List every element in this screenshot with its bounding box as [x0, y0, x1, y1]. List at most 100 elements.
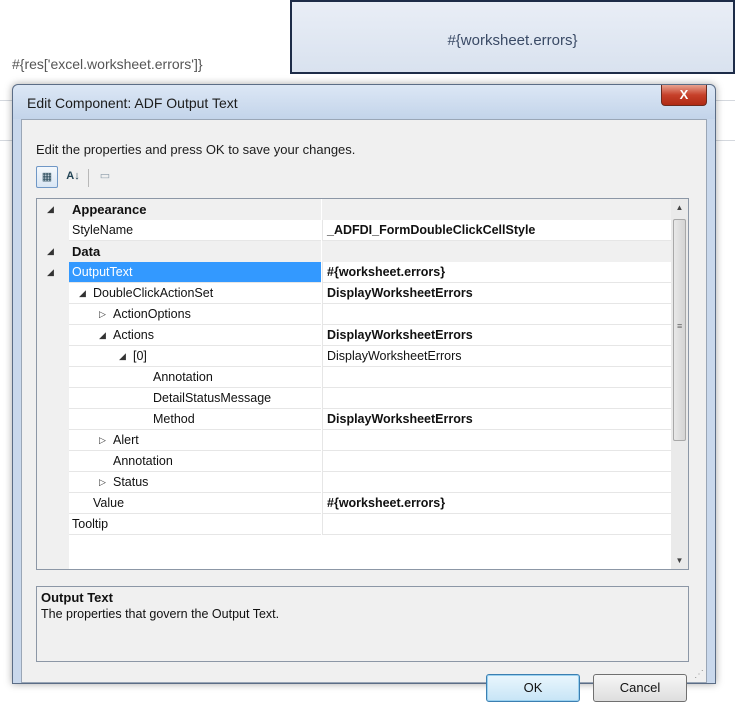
categorized-view-icon[interactable]: ▦: [36, 166, 58, 188]
property-row[interactable]: ◢ Actions DisplayWorksheetErrors: [37, 325, 673, 346]
property-name-label: StyleName: [72, 223, 134, 237]
property-name-label: Method: [153, 412, 195, 426]
property-name-cell[interactable]: Value: [69, 493, 321, 514]
property-value-cell[interactable]: [322, 241, 673, 262]
property-name-label: DetailStatusMessage: [153, 391, 272, 405]
scroll-grip-icon: ≡: [677, 321, 683, 331]
property-name-label: DoubleClickActionSet: [93, 286, 214, 300]
resize-grip-icon[interactable]: ⋰: [694, 669, 704, 680]
edit-component-dialog: Edit Component: ADF Output Text X Edit t…: [12, 84, 716, 702]
property-row[interactable]: ▷ ActionOptions: [37, 304, 673, 325]
property-name-label: Data: [72, 244, 101, 259]
property-pages-icon[interactable]: ▭: [94, 166, 116, 188]
property-name-label: Tooltip: [72, 517, 109, 531]
cancel-button[interactable]: Cancel: [593, 674, 687, 702]
property-row[interactable]: Value #{worksheet.errors}: [37, 493, 673, 514]
background-cell-left-text: #{res['excel.worksheet.errors']}: [12, 56, 203, 72]
property-name-label: Annotation: [113, 454, 173, 468]
property-name-label: ActionOptions: [113, 307, 191, 321]
property-name-cell[interactable]: ◢ DoubleClickActionSet: [69, 283, 321, 304]
property-value-cell[interactable]: [322, 367, 673, 388]
property-name-label: Annotation: [153, 370, 213, 384]
property-name-label: Actions: [113, 328, 154, 342]
property-name-label: Alert: [113, 433, 139, 447]
collapse-triangle-icon[interactable]: ◢: [47, 241, 54, 262]
collapse-triangle-icon[interactable]: ◢: [47, 262, 54, 283]
property-name-cell[interactable]: Data: [69, 241, 321, 262]
property-name-cell[interactable]: ◢ Actions: [69, 325, 321, 346]
property-value-cell[interactable]: [322, 472, 673, 493]
property-name-label: Status: [113, 475, 149, 489]
property-value-cell[interactable]: DisplayWorksheetErrors: [322, 409, 673, 430]
property-row[interactable]: ◢ DoubleClickActionSet DisplayWorksheetErr…: [37, 283, 673, 304]
property-row[interactable]: ▷ Status: [37, 472, 673, 493]
vertical-scrollbar[interactable]: ▲ ≡ ▼: [671, 199, 688, 569]
property-name-cell[interactable]: ▷ ActionOptions: [69, 304, 321, 325]
instructions-text: Edit the properties and press OK to save…: [36, 142, 356, 157]
property-name-cell[interactable]: ▷ Status: [69, 472, 321, 493]
description-body: The properties that govern the Output Te…: [41, 607, 280, 621]
property-name-label: Appearance: [72, 202, 147, 217]
expand-triangle-icon[interactable]: ▷: [99, 304, 106, 324]
property-value-cell[interactable]: #{worksheet.errors}: [322, 493, 673, 514]
property-description-panel: Output Text The properties that govern t…: [36, 586, 689, 662]
property-value-cell[interactable]: [322, 199, 673, 220]
property-value-cell[interactable]: DisplayWorksheetErrors: [322, 283, 673, 304]
property-value-cell[interactable]: [322, 514, 673, 535]
dialog-titlebar[interactable]: Edit Component: ADF Output Text X: [13, 85, 715, 119]
property-row[interactable]: Method DisplayWorksheetErrors: [37, 409, 673, 430]
scroll-thumb[interactable]: ≡: [673, 219, 686, 441]
property-category-row[interactable]: ◢ Data: [37, 241, 673, 262]
property-row[interactable]: ▷ Alert: [37, 430, 673, 451]
property-name-cell[interactable]: Annotation: [69, 451, 321, 472]
property-name-label: Value: [93, 496, 125, 510]
expand-triangle-icon[interactable]: ▷: [99, 472, 106, 492]
property-name-cell[interactable]: OutputText: [69, 262, 321, 283]
property-value-cell[interactable]: [322, 430, 673, 451]
property-grid[interactable]: ◢ Appearance StyleName _ADFDI_FormDoubleCli…: [36, 198, 689, 570]
property-name-cell[interactable]: Method: [69, 409, 321, 430]
alphabetical-sort-icon[interactable]: A↓: [62, 166, 84, 188]
property-value-cell[interactable]: _ADFDI_FormDoubleClickCellStyle: [322, 220, 673, 241]
property-value-cell[interactable]: DisplayWorksheetErrors: [322, 346, 673, 367]
property-name-cell[interactable]: ▷ Alert: [69, 430, 321, 451]
dialog-client-area: Edit the properties and press OK to save…: [21, 119, 707, 702]
property-row[interactable]: Annotation: [37, 367, 673, 388]
property-value-cell[interactable]: [322, 304, 673, 325]
collapse-triangle-icon[interactable]: ◢: [119, 346, 126, 366]
property-name-cell[interactable]: Annotation: [69, 367, 321, 388]
collapse-triangle-icon[interactable]: ◢: [79, 283, 86, 303]
property-row[interactable]: ◢ [0] DisplayWorksheetErrors: [37, 346, 673, 367]
property-name-label: OutputText: [72, 265, 133, 279]
collapse-triangle-icon[interactable]: ◢: [99, 325, 106, 345]
scroll-up-icon[interactable]: ▲: [671, 199, 688, 216]
collapse-triangle-icon[interactable]: ◢: [47, 199, 54, 220]
property-row[interactable]: DetailStatusMessage: [37, 388, 673, 409]
property-name-cell[interactable]: StyleName: [69, 220, 321, 241]
property-row[interactable]: Annotation: [37, 451, 673, 472]
property-row[interactable]: StyleName _ADFDI_FormDoubleClickCellStyle: [37, 220, 673, 241]
dialog-title: Edit Component: ADF Output Text: [27, 95, 238, 111]
toolbar-separator: [88, 169, 89, 187]
property-value-cell[interactable]: [322, 451, 673, 472]
property-row[interactable]: Tooltip: [37, 514, 673, 535]
property-row[interactable]: ◢ OutputText #{worksheet.errors}: [37, 262, 673, 283]
property-name-cell[interactable]: ◢ [0]: [69, 346, 321, 367]
background-cell-formula[interactable]: #{res['excel.worksheet.errors']}: [0, 0, 290, 80]
property-value-cell[interactable]: DisplayWorksheetErrors: [322, 325, 673, 346]
property-toolbar: ▦ A↓ ▭: [36, 166, 156, 190]
property-name-label: [0]: [133, 349, 147, 363]
property-value-cell[interactable]: [322, 388, 673, 409]
description-title: Output Text: [41, 590, 113, 605]
property-name-cell[interactable]: Appearance: [69, 199, 321, 220]
property-name-cell[interactable]: Tooltip: [69, 514, 321, 535]
ok-button[interactable]: OK: [486, 674, 580, 702]
scroll-down-icon[interactable]: ▼: [671, 552, 688, 569]
background-cell-right-text: #{worksheet.errors}: [447, 32, 578, 49]
property-name-cell[interactable]: DetailStatusMessage: [69, 388, 321, 409]
close-button[interactable]: X: [661, 85, 707, 106]
expand-triangle-icon[interactable]: ▷: [99, 430, 106, 450]
background-cell-selected[interactable]: #{worksheet.errors}: [290, 0, 735, 74]
property-value-cell[interactable]: #{worksheet.errors}: [322, 262, 673, 283]
property-category-row[interactable]: ◢ Appearance: [37, 199, 673, 220]
